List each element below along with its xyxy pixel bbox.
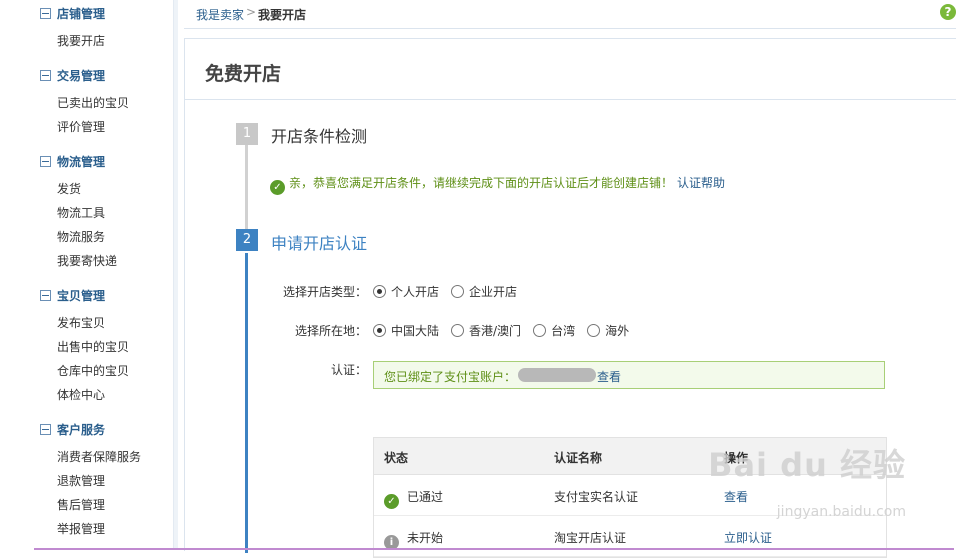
sidebar-item-consumer-protection[interactable]: 消费者保障服务 [57, 448, 141, 466]
check-circle-icon: ✓ [384, 494, 399, 509]
collapse-icon[interactable] [40, 8, 51, 19]
radio-icon[interactable] [451, 324, 465, 337]
alipay-bound-notice: 您已绑定了支付宝账户： 查看 [373, 361, 885, 389]
breadcrumb-current: 我要开店 [258, 8, 307, 22]
radio-taiwan[interactable]: 台湾 [533, 322, 575, 339]
radio-selected-icon[interactable] [373, 285, 386, 298]
step-connector [245, 143, 248, 231]
radio-icon[interactable] [451, 285, 465, 298]
seller-sidebar: 店铺管理 我要开店 交易管理 已卖出的宝贝 评价管理 物流管理 发货 物流工具 … [34, 0, 178, 550]
col-cert-name: 认证名称 [554, 451, 603, 465]
radio-overseas[interactable]: 海外 [587, 322, 629, 339]
sidebar-item-send-express[interactable]: 我要寄快递 [57, 252, 117, 270]
radio-hk-macau[interactable]: 香港/澳门 [451, 322, 521, 339]
radio-selected-icon[interactable] [373, 324, 386, 337]
radio-icon[interactable] [587, 324, 601, 337]
sidebar-item-reports[interactable]: 举报管理 [57, 520, 105, 538]
breadcrumb: 我是卖家 > 我要开店 ? [184, 0, 956, 29]
sidebar-group-shop[interactable]: 店铺管理 [40, 5, 105, 23]
start-cert-link[interactable]: 立即认证 [724, 529, 772, 546]
sidebar-group-items[interactable]: 宝贝管理 [40, 287, 105, 305]
step-1-number: 1 [236, 123, 258, 145]
collapse-icon[interactable] [40, 70, 51, 81]
sidebar-item-after-sales[interactable]: 售后管理 [57, 496, 105, 514]
redacted-account [518, 368, 596, 382]
location-group: 中国大陆 香港/澳门 台湾 海外 [373, 322, 635, 339]
breadcrumb-separator: > [246, 5, 257, 19]
sidebar-item-refunds[interactable]: 退款管理 [57, 472, 105, 490]
sidebar-item-sold-items[interactable]: 已卖出的宝贝 [57, 94, 129, 112]
sidebar-item-publish[interactable]: 发布宝贝 [57, 314, 105, 332]
cert-name-cell: 支付宝实名认证 [554, 490, 639, 504]
sidebar-item-reviews[interactable]: 评价管理 [57, 118, 105, 136]
help-icon[interactable]: ? [940, 4, 956, 20]
sidebar-item-open-shop[interactable]: 我要开店 [57, 32, 105, 50]
sidebar-item-logistics-tools[interactable]: 物流工具 [57, 204, 105, 222]
watermark-logo: Bai du 经验 [708, 446, 906, 484]
col-status: 状态 [384, 451, 409, 465]
sidebar-item-logistics-service[interactable]: 物流服务 [57, 228, 105, 246]
check-circle-icon: ✓ [270, 180, 285, 195]
collapse-icon[interactable] [40, 156, 51, 167]
radio-mainland[interactable]: 中国大陆 [373, 322, 439, 339]
step-2-title: 申请开店认证 [271, 234, 368, 253]
page-title: 免费开店 [205, 63, 282, 85]
collapse-icon[interactable] [40, 424, 51, 435]
table-row: i 未开始 淘宝开店认证 立即认证 [374, 516, 886, 557]
sidebar-group-trade[interactable]: 交易管理 [40, 67, 105, 85]
sidebar-item-on-sale[interactable]: 出售中的宝贝 [57, 338, 129, 356]
step-1-title: 开店条件检测 [271, 127, 368, 146]
shop-type-label: 选择开店类型： [282, 285, 367, 299]
status-cell: ✓ 已通过 [384, 488, 443, 509]
cert-name-cell: 淘宝开店认证 [554, 531, 627, 545]
status-cell: i 未开始 [384, 529, 443, 550]
sidebar-item-warehouse[interactable]: 仓库中的宝贝 [57, 362, 129, 380]
success-message: ✓ 亲，恭喜您满足开店条件，请继续完成下面的开店认证后才能创建店铺！ 认证帮助 [270, 174, 725, 195]
view-cert-link[interactable]: 查看 [724, 488, 748, 505]
sidebar-group-customer[interactable]: 客户服务 [40, 421, 105, 439]
left-margin [0, 0, 34, 550]
breadcrumb-seller-link[interactable]: 我是卖家 [196, 6, 244, 23]
divider [185, 99, 956, 100]
radio-icon[interactable] [533, 324, 547, 337]
step-2-number: 2 [236, 229, 258, 251]
shop-type-group: 个人开店 企业开店 [373, 283, 523, 300]
watermark-url: jingyan.baidu.com [776, 504, 906, 520]
radio-personal-shop[interactable]: 个人开店 [373, 283, 439, 300]
sidebar-item-ship[interactable]: 发货 [57, 180, 81, 198]
cert-label: 认证： [330, 363, 367, 377]
alipay-bound-text: 您已绑定了支付宝账户： [384, 370, 517, 384]
collapse-icon[interactable] [40, 290, 51, 301]
cert-help-link[interactable]: 认证帮助 [677, 176, 725, 190]
sidebar-group-logistics[interactable]: 物流管理 [40, 153, 105, 171]
sidebar-item-checkup[interactable]: 体检中心 [57, 386, 105, 404]
location-label: 选择所在地： [294, 324, 367, 338]
radio-enterprise-shop[interactable]: 企业开店 [451, 283, 517, 300]
view-account-link[interactable]: 查看 [597, 368, 621, 385]
